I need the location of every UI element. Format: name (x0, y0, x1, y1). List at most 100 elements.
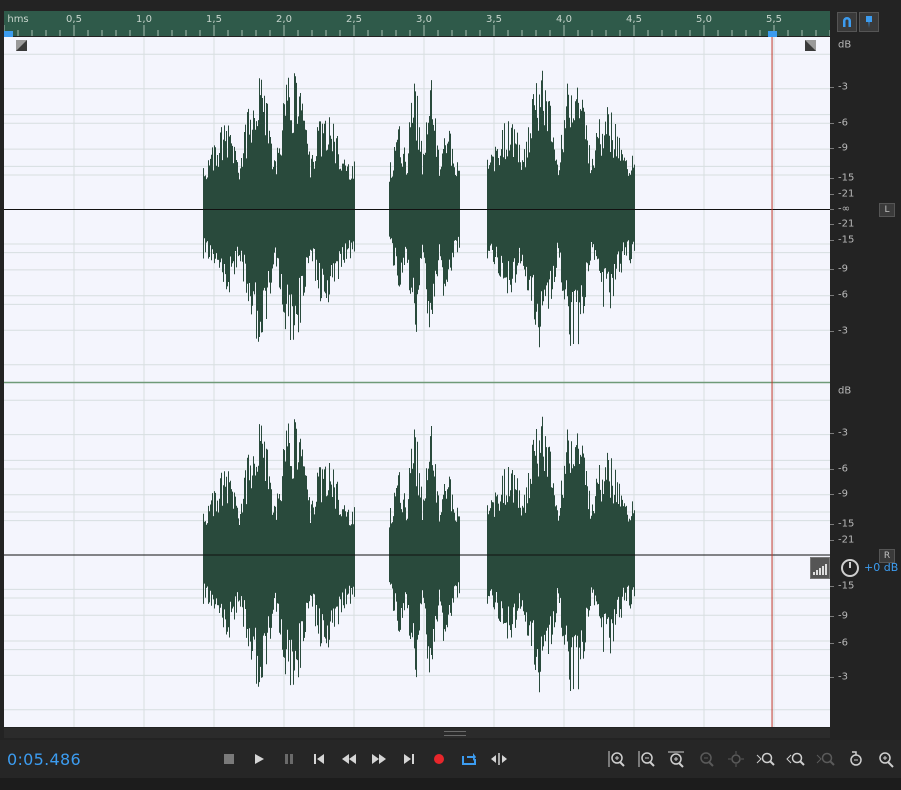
ruler-label: 2,0 (276, 14, 292, 25)
db-tick (830, 677, 834, 678)
zoom-out-partial-button[interactable] (815, 749, 837, 769)
waveform-display[interactable] (4, 37, 830, 727)
zoom-in-left-button[interactable] (755, 749, 777, 769)
stop-button[interactable] (218, 749, 240, 769)
gain-knob-icon[interactable] (840, 558, 860, 578)
zoom-out-full-icon (700, 752, 714, 767)
db-tick (830, 240, 834, 241)
skip-selection-icon (491, 753, 507, 765)
ruler-label: 2,5 (346, 14, 362, 25)
waveform-canvas[interactable] (4, 37, 830, 727)
record-icon (434, 754, 444, 764)
ruler-label: 4,5 (626, 14, 642, 25)
db-label: -15 (838, 580, 855, 592)
fast-forward-icon (372, 754, 386, 764)
gain-value[interactable]: +0 dB (864, 561, 898, 574)
transport-bar: 0:05.486 (0, 740, 901, 778)
zoom-in-right-button[interactable] (785, 749, 807, 769)
ruler-label: 3,5 (486, 14, 502, 25)
record-button[interactable] (428, 749, 450, 769)
ruler-label: 5,5 (766, 14, 782, 25)
db-tick (830, 331, 834, 332)
go-to-end-button[interactable] (398, 749, 420, 769)
zoom-selection-icon (728, 751, 744, 767)
db-tick (830, 540, 834, 541)
db-tick (830, 586, 834, 587)
zoom-extra-button[interactable] (875, 749, 897, 769)
pin-icon (866, 16, 872, 28)
db-tick (830, 123, 834, 124)
db-label: -6 (838, 289, 848, 301)
db-label: -21 (838, 188, 855, 200)
db-tick (830, 469, 834, 470)
zoom-in-right-icon (786, 752, 805, 766)
db-label: -3 (838, 671, 848, 683)
zoom-in-amplitude-icon (608, 751, 625, 767)
zoom-extra-icon (879, 752, 894, 768)
gain-hud[interactable]: +0 dB (810, 555, 901, 581)
ruler-label: 1,0 (136, 14, 152, 25)
db-tick (830, 87, 834, 88)
zoom-in-time-button[interactable] (665, 749, 687, 769)
rewind-icon (342, 754, 356, 764)
gain-meter-icon (810, 557, 830, 579)
db-tick (830, 616, 834, 617)
db-label: -15 (838, 172, 855, 184)
time-ruler[interactable]: hms 0,5 1,0 1,5 2,0 2,5 3,0 3,5 4,0 4,5 5,0 5,5 (4, 11, 830, 42)
db-tick (830, 433, 834, 434)
db-tick (830, 643, 834, 644)
db-label: -15 (838, 234, 855, 246)
db-label: -9 (838, 610, 848, 622)
db-tick (830, 295, 834, 296)
zoom-out-partial-icon (816, 752, 835, 766)
db-tick (830, 524, 834, 525)
db-tick (830, 194, 834, 195)
db-label: -6 (838, 117, 848, 129)
zoom-selection-button[interactable] (725, 749, 747, 769)
zoom-reset-button[interactable] (845, 749, 867, 769)
db-label: -6 (838, 637, 848, 649)
db-tick (830, 209, 834, 210)
loop-playback-button[interactable] (458, 749, 480, 769)
go-to-start-button[interactable] (308, 749, 330, 769)
zoom-reset-icon (850, 751, 862, 766)
scroll-grip-icon[interactable] (444, 731, 466, 736)
marker-button[interactable] (859, 12, 879, 32)
channel-left-toggle[interactable]: L (879, 203, 895, 217)
ruler-label: 4,0 (556, 14, 572, 25)
ruler-label: 3,0 (416, 14, 432, 25)
current-time-display[interactable]: 0:05.486 (7, 750, 81, 769)
db-tick (830, 148, 834, 149)
zoom-out-amplitude-button[interactable] (635, 749, 657, 769)
play-icon (255, 754, 264, 764)
db-label: -3 (838, 427, 848, 439)
rewind-button[interactable] (338, 749, 360, 769)
magnet-icon (843, 17, 851, 27)
skip-forward-icon (404, 754, 414, 764)
db-tick (830, 224, 834, 225)
db-unit-label: dB (838, 385, 852, 397)
status-strip (0, 778, 901, 790)
skip-selection-button[interactable] (488, 749, 510, 769)
db-label: -21 (838, 218, 855, 230)
pause-button[interactable] (278, 749, 300, 769)
fade-out-handle-icon[interactable] (805, 40, 816, 51)
loop-icon (462, 753, 476, 765)
snap-button[interactable] (837, 12, 857, 32)
db-tick (830, 494, 834, 495)
amplitude-scale: dB dB -3 -6 -9 -15 -21 -∞ -21 -15 -9 -6 -3 -3 -6 -9 -15 -… (830, 37, 901, 727)
db-label: -3 (838, 81, 848, 93)
ruler-label: 1,5 (206, 14, 222, 25)
db-label: -15 (838, 518, 855, 530)
horizontal-scrollbar[interactable] (4, 728, 830, 738)
zoom-in-amplitude-button[interactable] (605, 749, 627, 769)
fast-forward-button[interactable] (368, 749, 390, 769)
stop-icon (224, 754, 234, 764)
zoom-out-full-button[interactable] (695, 749, 717, 769)
skip-back-icon (314, 754, 324, 764)
pause-icon (285, 754, 293, 764)
zoom-in-left-icon (756, 752, 775, 766)
fade-in-handle-icon[interactable] (16, 40, 27, 51)
play-button[interactable] (248, 749, 270, 769)
db-label: -21 (838, 534, 855, 546)
